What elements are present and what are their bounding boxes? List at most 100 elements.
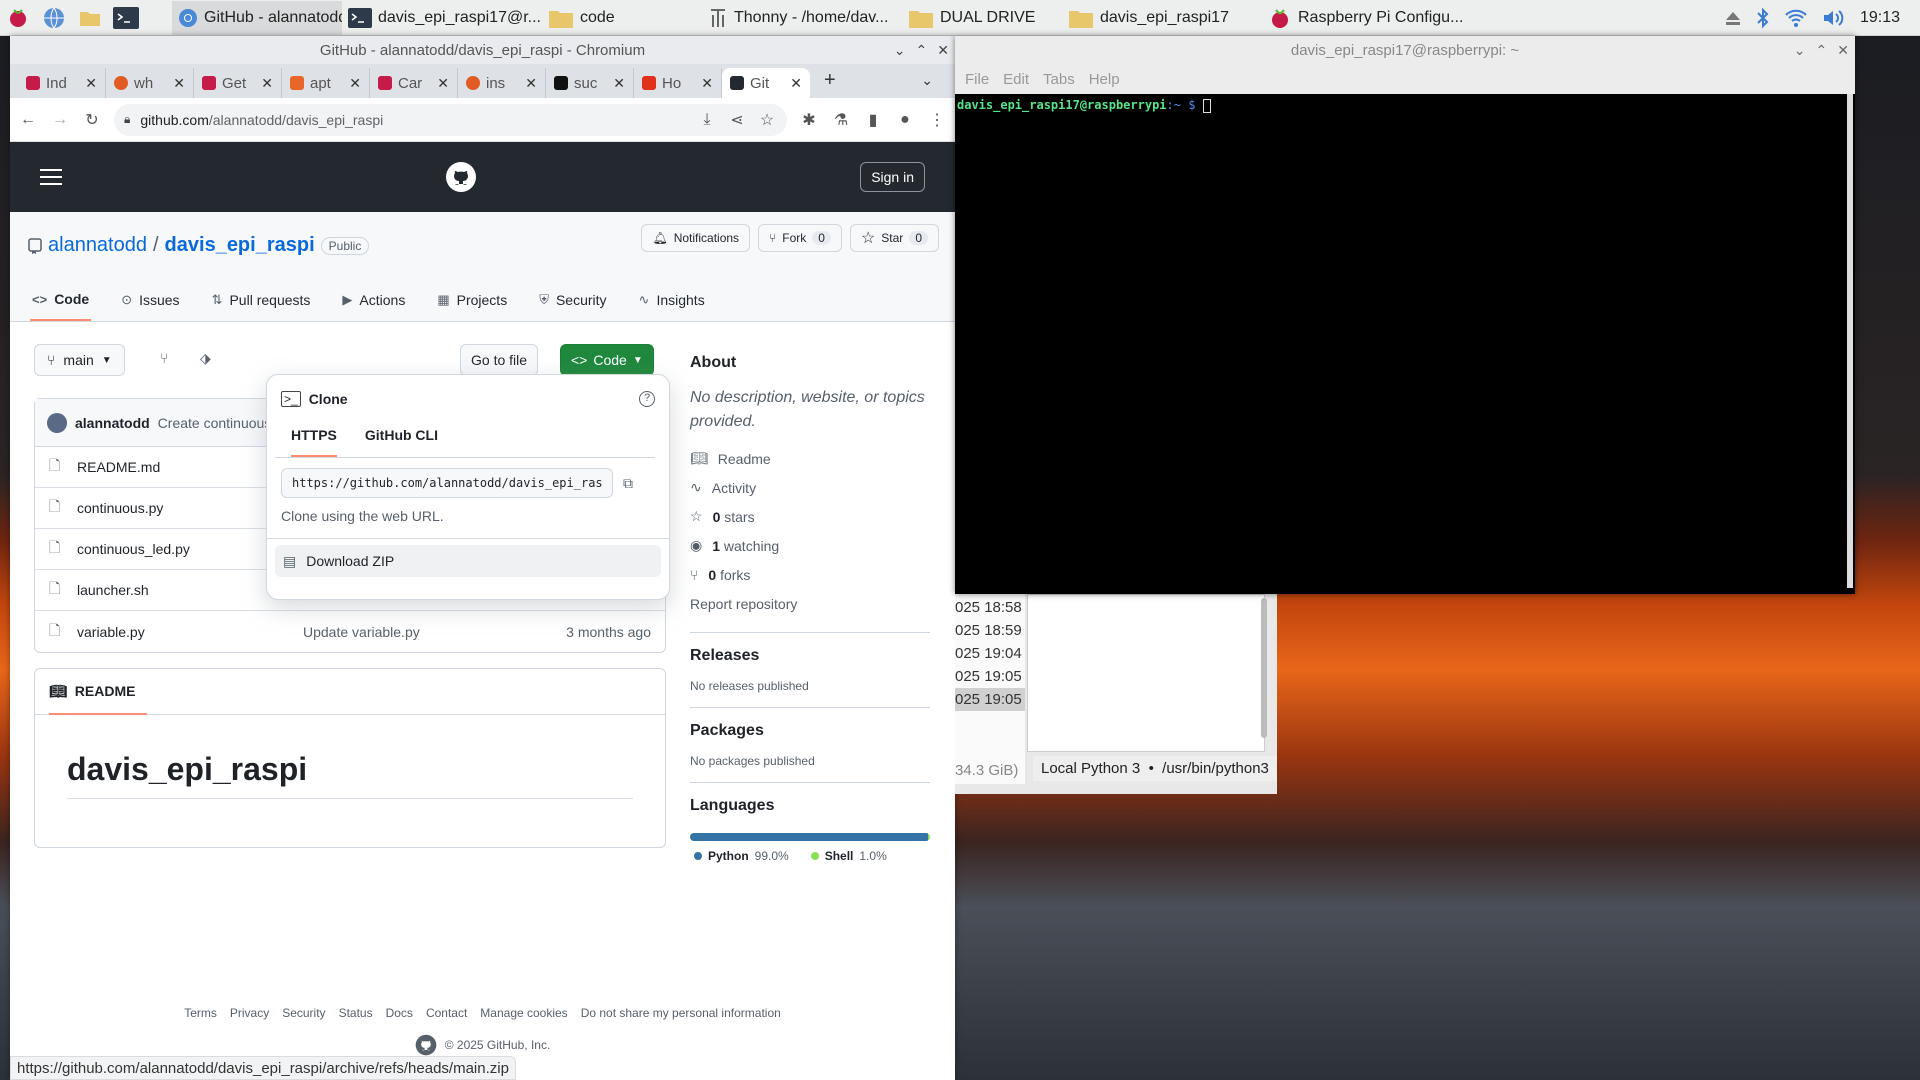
site-info-icon[interactable]: 🔒︎: [124, 112, 130, 127]
clock[interactable]: 19:13: [1860, 9, 1900, 27]
language-item[interactable]: Python 99.0%: [694, 849, 789, 863]
bluetooth-icon[interactable]: [1756, 7, 1770, 29]
taskbar-task-1[interactable]: davis_epi_raspi17@r...: [342, 1, 542, 35]
install-app-icon[interactable]: ⤓: [697, 111, 717, 129]
scrollbar[interactable]: [1261, 598, 1267, 738]
download-zip-button[interactable]: ▤ Download ZIP: [275, 545, 661, 577]
star-button[interactable]: ☆ Star 0: [849, 224, 939, 252]
tab-code[interactable]: <> Code: [30, 291, 92, 321]
fork-button[interactable]: ⑂ Fork 0: [758, 224, 842, 252]
forks-link[interactable]: ⑂ 0 forks: [690, 560, 930, 589]
footer-link[interactable]: Privacy: [230, 1006, 269, 1020]
terminal-menu-tabs[interactable]: Tabs: [1043, 71, 1075, 88]
scrollbar[interactable]: [1847, 94, 1853, 588]
share-icon[interactable]: ⋖: [727, 110, 747, 130]
menu-kebab-icon[interactable]: ⋮: [927, 110, 947, 130]
language-item[interactable]: Shell 1.0%: [810, 849, 887, 863]
chevron-down-icon[interactable]: ⌄: [894, 42, 906, 59]
wifi-icon[interactable]: [1784, 8, 1808, 28]
code-button[interactable]: <> Code ▼: [560, 344, 654, 376]
browser-tab-4[interactable]: Car ✕: [370, 68, 458, 98]
terminal-titlebar[interactable]: davis_epi_raspi17@raspberrypi: ~ ⌄ ⌃ ✕: [955, 36, 1855, 64]
address-bar[interactable]: 🔒︎ github.com/alannatodd/davis_epi_raspi…: [114, 103, 787, 136]
footer-link[interactable]: Status: [339, 1006, 373, 1020]
taskbar-task-4[interactable]: DUAL DRIVE: [902, 1, 1062, 35]
file-name[interactable]: continuous_led.py: [77, 541, 190, 557]
file-timestamp[interactable]: 025 19:05: [955, 688, 1025, 711]
taskbar-task-0[interactable]: GitHub - alannatodd/...: [172, 0, 342, 35]
close-tab-icon[interactable]: ✕: [525, 75, 537, 92]
branches-icon[interactable]: ⑂: [160, 350, 168, 366]
file-timestamp[interactable]: 025 18:59: [955, 619, 1025, 642]
file-name[interactable]: launcher.sh: [77, 582, 149, 598]
footer-link[interactable]: Do not share my personal information: [581, 1006, 781, 1020]
commit-message[interactable]: Create continuous: [158, 415, 272, 431]
file-manager-launcher-icon[interactable]: [72, 0, 108, 36]
footer-link[interactable]: Manage cookies: [480, 1006, 567, 1020]
taskbar-task-6[interactable]: Raspberry Pi Configu...: [1262, 1, 1462, 35]
footer-link[interactable]: Docs: [386, 1006, 413, 1020]
readme-link[interactable]: 📖︎ Readme: [690, 444, 930, 473]
profile-icon[interactable]: ●: [895, 111, 915, 129]
close-tab-icon[interactable]: ✕: [349, 75, 361, 92]
close-tab-icon[interactable]: ✕: [85, 75, 97, 92]
taskbar-task-5[interactable]: davis_epi_raspi17: [1062, 1, 1262, 35]
terminal-menu-edit[interactable]: Edit: [1003, 71, 1029, 88]
close-tab-icon[interactable]: ✕: [437, 75, 449, 92]
file-row[interactable]: 🗋︎ variable.py Update variable.py 3 months …: [35, 611, 665, 652]
help-icon[interactable]: ?: [639, 391, 655, 407]
hamburger-menu-icon[interactable]: [40, 169, 62, 185]
taskbar-task-2[interactable]: code: [542, 1, 702, 35]
clone-url-input[interactable]: [281, 468, 613, 498]
terminal-output[interactable]: davis_epi_raspi17@raspberrypi:~ $: [955, 94, 1855, 113]
close-tab-icon[interactable]: ✕: [261, 75, 273, 92]
reload-icon[interactable]: ↻: [82, 110, 102, 130]
terminal-menu-help[interactable]: Help: [1089, 71, 1120, 88]
tags-icon[interactable]: ⬗: [200, 350, 211, 367]
back-icon[interactable]: ←: [18, 111, 38, 129]
github-logo-icon[interactable]: [415, 1034, 437, 1056]
branch-selector[interactable]: ⑂ main ▼: [34, 344, 125, 376]
web-browser-launcher-icon[interactable]: [36, 0, 72, 36]
browser-tab-6[interactable]: suc ✕: [546, 68, 634, 98]
repo-name-link[interactable]: davis_epi_raspi: [165, 234, 315, 257]
tab-insights[interactable]: ∿ Insights: [637, 291, 707, 321]
file-name[interactable]: variable.py: [77, 624, 145, 640]
forward-icon[interactable]: →: [50, 111, 70, 129]
notifications-button[interactable]: 🔔︎ Notifications: [641, 224, 751, 252]
releases-heading[interactable]: Releases: [690, 647, 930, 665]
tab-https[interactable]: HTTPS: [291, 427, 337, 457]
tab-github-cli[interactable]: GitHub CLI: [365, 427, 438, 457]
browser-tab-8[interactable]: Git ✕: [722, 68, 810, 98]
thonny-editor[interactable]: [1027, 594, 1265, 752]
report-repository-link[interactable]: Report repository: [690, 589, 930, 618]
go-to-file-button[interactable]: Go to file: [460, 344, 539, 376]
terminal-menu-file[interactable]: File: [965, 71, 989, 88]
terminal-launcher-icon[interactable]: [108, 0, 144, 36]
file-timestamp[interactable]: 025 19:04: [955, 642, 1025, 665]
file-commit-message[interactable]: Update variable.py: [303, 624, 420, 640]
browser-tab-1[interactable]: wh ✕: [106, 68, 194, 98]
side-panel-icon[interactable]: ▮: [863, 110, 883, 130]
chevron-down-icon[interactable]: ⌄: [1794, 42, 1806, 59]
taskbar-task-3[interactable]: Thonny - /home/dav...: [702, 1, 902, 35]
github-logo-icon[interactable]: [445, 161, 477, 193]
copy-icon[interactable]: ⧉: [623, 475, 633, 492]
raspberry-menu-icon[interactable]: [0, 0, 36, 36]
browser-tab-2[interactable]: Get ✕: [194, 68, 282, 98]
file-timestamp[interactable]: 025 18:58: [955, 596, 1025, 619]
bookmark-star-icon[interactable]: ☆: [757, 110, 777, 130]
extensions-icon[interactable]: ✱: [799, 110, 819, 130]
file-name[interactable]: continuous.py: [77, 500, 163, 516]
browser-tab-5[interactable]: ins ✕: [458, 68, 546, 98]
labs-icon[interactable]: ⚗: [831, 110, 851, 130]
browser-tab-7[interactable]: Ho ✕: [634, 68, 722, 98]
watching-link[interactable]: ◉ 1 watching: [690, 531, 930, 560]
close-tab-icon[interactable]: ✕: [613, 75, 625, 92]
browser-tab-0[interactable]: Ind ✕: [18, 68, 106, 98]
eject-icon[interactable]: [1724, 10, 1742, 26]
close-tab-icon[interactable]: ✕: [701, 75, 713, 92]
volume-icon[interactable]: [1822, 8, 1846, 28]
new-tab-icon[interactable]: +: [824, 69, 836, 92]
close-icon[interactable]: ✕: [1837, 42, 1849, 59]
